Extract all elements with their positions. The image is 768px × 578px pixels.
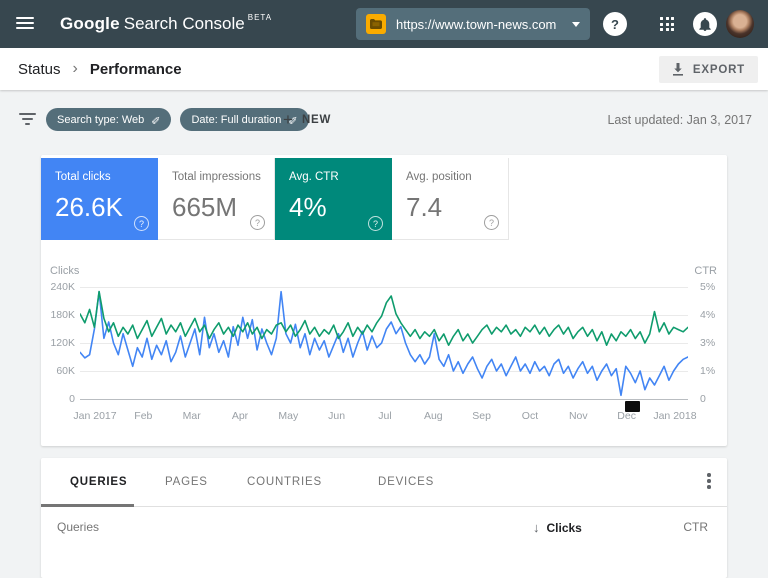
- apps-grid-icon[interactable]: [660, 17, 674, 31]
- logo-product: Search Console: [123, 14, 245, 33]
- right-axis-tick: 5%: [700, 281, 716, 293]
- metric-help-icon[interactable]: ?: [134, 216, 149, 231]
- property-selector[interactable]: https://www.town-news.com: [356, 8, 590, 40]
- metric-value: 7.4: [406, 192, 443, 222]
- metric-tile-total-impressions[interactable]: Total impressions 665M?: [158, 158, 275, 240]
- breadcrumb-status[interactable]: Status: [18, 61, 61, 78]
- beta-badge: BETA: [247, 13, 273, 22]
- app-logo: Google Search Console BETA: [60, 13, 272, 34]
- breadcrumb-separator-icon: ›: [72, 60, 78, 77]
- metric-value: 26.6K: [55, 192, 123, 222]
- new-filter-label: NEW: [301, 114, 332, 126]
- metric-value: 665M: [172, 192, 238, 222]
- tab-countries[interactable]: COUNTRIES: [247, 458, 322, 507]
- left-axis-tick: 60K: [56, 365, 75, 377]
- property-url: https://www.town-news.com: [396, 16, 557, 32]
- performance-card: Total clicks 26.6K? Total impressions 665M?…: [41, 155, 727, 446]
- chevron-down-icon: [572, 21, 580, 27]
- page-title: Performance: [89, 60, 182, 78]
- left-axis-tick: 180K: [50, 309, 75, 321]
- edit-pencil-icon: ✎: [151, 113, 161, 125]
- breadcrumb: Status › Performance: [18, 48, 182, 90]
- help-icon[interactable]: ?: [603, 12, 627, 36]
- filter-row: Search type: Web ✎ Date: Full duration ✎ + …: [0, 100, 768, 140]
- column-header-ctr[interactable]: CTR: [683, 507, 708, 548]
- sort-down-icon: ↓: [533, 520, 540, 535]
- left-axis-tick: 240K: [50, 281, 75, 293]
- help-glyph: ?: [611, 16, 619, 32]
- cursor-artifact: [625, 401, 640, 412]
- clicks-header-label: Clicks: [546, 520, 582, 535]
- kebab-menu-icon[interactable]: [707, 473, 711, 491]
- metric-label: Total impressions: [172, 171, 261, 183]
- dimensions-card: QUERIES PAGES COUNTRIES DEVICES Queries ↓ C…: [41, 458, 727, 578]
- notifications-bell-icon[interactable]: [693, 12, 717, 36]
- column-header-queries[interactable]: Queries: [57, 507, 99, 548]
- filter-icon[interactable]: [18, 113, 36, 125]
- metric-help-icon[interactable]: ?: [250, 215, 265, 230]
- filter-chip[interactable]: Search type: Web ✎: [46, 108, 172, 131]
- export-label: EXPORT: [692, 63, 745, 76]
- dimension-tabs: QUERIES PAGES COUNTRIES DEVICES: [41, 458, 727, 507]
- logo-brand: Google: [60, 14, 120, 33]
- x-axis-tick: Jan 2018: [653, 410, 697, 422]
- left-axis-tick: 0: [69, 393, 75, 405]
- last-updated-text: Last updated: Jan 3, 2017: [607, 113, 752, 127]
- metric-tile-avg-position[interactable]: Avg. position 7.4?: [392, 158, 509, 240]
- left-axis-title: Clicks: [50, 265, 80, 277]
- metric-help-icon[interactable]: ?: [484, 215, 499, 230]
- right-axis-title: CTR: [694, 265, 717, 277]
- metric-value: 4%: [289, 192, 327, 222]
- tab-pages[interactable]: PAGES: [165, 458, 208, 507]
- page-header: Status › Performance EXPORT: [0, 48, 768, 90]
- tab-queries[interactable]: QUERIES: [70, 458, 127, 507]
- right-axis-tick: 4%: [700, 309, 716, 321]
- metric-label: Avg. position: [406, 171, 472, 183]
- metric-label: Avg. CTR: [289, 171, 339, 183]
- top-app-bar: Google Search Console BETA https://www.tow…: [0, 0, 768, 48]
- filter-chip-label: Search type: Web: [57, 113, 145, 126]
- menu-icon[interactable]: [16, 17, 34, 29]
- user-avatar[interactable]: [726, 10, 754, 38]
- download-icon: [672, 63, 683, 76]
- export-button[interactable]: EXPORT: [658, 56, 758, 83]
- property-icon: [366, 14, 386, 34]
- metric-tile-total-clicks[interactable]: Total clicks 26.6K?: [41, 158, 158, 240]
- metric-help-icon[interactable]: ?: [368, 216, 383, 231]
- metric-tile-avg-ctr[interactable]: Avg. CTR 4%?: [275, 158, 392, 240]
- filter-chips: Search type: Web ✎ Date: Full duration ✎: [46, 108, 309, 131]
- table-header-row: Queries ↓ Clicks CTR: [41, 507, 727, 548]
- right-axis-tick: 1%: [700, 365, 716, 377]
- right-axis-tick: 0: [700, 393, 706, 405]
- column-header-clicks[interactable]: ↓ Clicks: [533, 507, 582, 548]
- left-axis-tick: 120K: [50, 337, 75, 349]
- new-filter-button[interactable]: + NEW: [283, 108, 331, 132]
- performance-line-chart[interactable]: [80, 275, 688, 405]
- metric-label: Total clicks: [55, 171, 111, 183]
- filter-chip-label: Date: Full duration: [191, 113, 282, 126]
- tab-devices[interactable]: DEVICES: [378, 458, 434, 507]
- metric-tiles: Total clicks 26.6K? Total impressions 665M?…: [41, 158, 509, 240]
- right-axis-tick: 3%: [700, 337, 716, 349]
- plus-icon: +: [283, 110, 293, 129]
